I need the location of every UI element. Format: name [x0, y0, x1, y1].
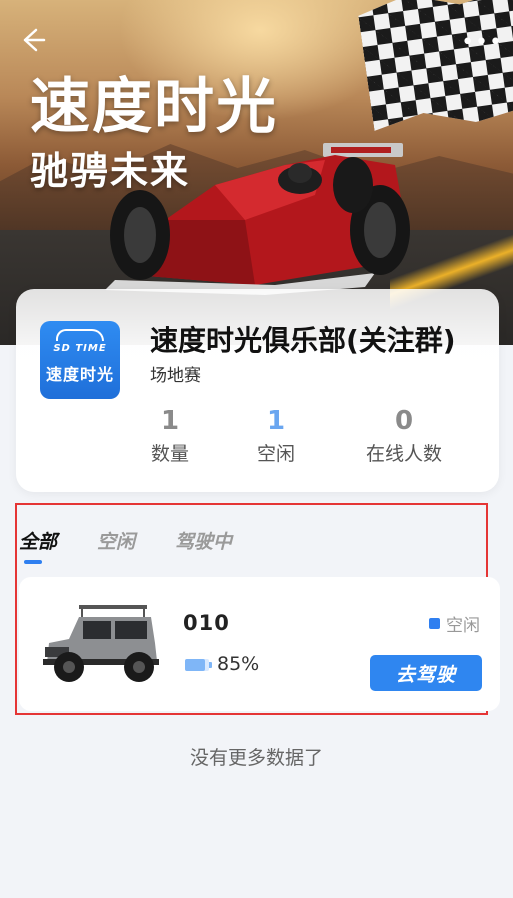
- stat-idle-value: 1: [266, 406, 286, 436]
- go-drive-button[interactable]: 去驾驶: [370, 655, 482, 691]
- club-name: 速度时光俱乐部(关注群): [150, 324, 456, 357]
- vehicle-name: 010: [183, 611, 230, 635]
- vehicle-status: 空闲: [429, 611, 480, 636]
- banner-title: 速度时光: [30, 72, 278, 142]
- stat-count-value: 1: [160, 406, 180, 436]
- checkered-flag-image: [356, 0, 513, 136]
- stat-idle: 1 空闲: [252, 405, 300, 466]
- banner-subtitle: 驰骋未来: [30, 149, 191, 193]
- stat-online-label: 在线人数: [365, 443, 442, 465]
- tab-idle[interactable]: 空闲: [97, 527, 135, 554]
- vehicle-card[interactable]: 010 85% 空闲 去驾驶: [19, 577, 500, 711]
- status-dot-icon: [429, 618, 440, 629]
- tab-active-indicator: [24, 560, 42, 564]
- vehicle-list-section: 全部 空闲 驾驶中 010 85% 空闲 去驾驶: [15, 503, 500, 715]
- logo-small-text: SD TIME: [53, 343, 107, 354]
- stat-online-value: 0: [394, 406, 414, 436]
- stat-count: 1 数量: [146, 405, 194, 466]
- club-logo: SD TIME 速度时光: [40, 321, 120, 399]
- club-info-card: SD TIME 速度时光 速度时光俱乐部(关注群) 场地赛 1 数量 1 空闲 …: [16, 289, 499, 492]
- more-button[interactable]: •••: [461, 30, 503, 55]
- logo-text: 速度时光: [45, 365, 114, 384]
- battery-level: 85%: [217, 653, 260, 675]
- battery-icon: [185, 659, 209, 671]
- no-more-data-text: 没有更多数据了: [189, 747, 323, 769]
- battery-fill: [185, 659, 206, 671]
- battery-nub: [209, 662, 212, 668]
- arrow-left-icon: [23, 28, 46, 52]
- tab-driving[interactable]: 驾驶中: [175, 527, 232, 554]
- jeep-vehicle-image: [43, 605, 159, 682]
- club-type: 场地赛: [150, 366, 201, 386]
- filter-tabs: 全部 空闲 驾驶中: [17, 523, 486, 567]
- stat-idle-label: 空闲: [256, 443, 295, 465]
- more-dots-icon: •••: [461, 30, 503, 55]
- stat-count-label: 数量: [150, 443, 189, 465]
- status-text: 空闲: [446, 616, 480, 636]
- back-button[interactable]: [18, 26, 50, 58]
- logo-car-icon: [56, 329, 104, 341]
- stat-online: 0 在线人数: [356, 405, 452, 466]
- tab-all[interactable]: 全部: [19, 527, 57, 554]
